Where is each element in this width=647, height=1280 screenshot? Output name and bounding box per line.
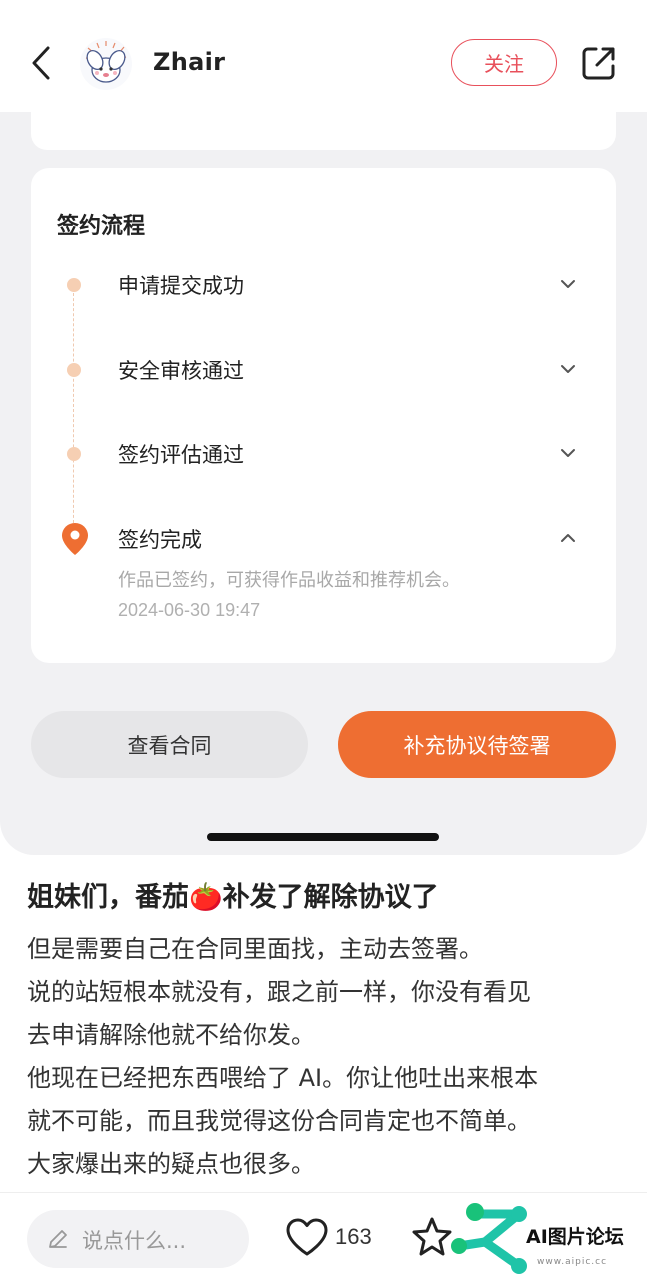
avatar-illustration <box>80 38 132 90</box>
view-contract-button[interactable]: 查看合同 <box>31 711 308 778</box>
avatar[interactable] <box>80 38 132 90</box>
timeline-step[interactable]: 签约评估通过 <box>31 435 616 475</box>
location-pin-icon <box>62 523 88 555</box>
chevron-down-icon <box>561 449 575 457</box>
like-count: 163 <box>335 1224 372 1249</box>
pencil-icon <box>49 1230 67 1248</box>
post-line: 就不可能，而且我觉得这份合同肯定也不简单。 <box>27 1107 531 1135</box>
post-body: 但是需要自己在合同里面找，主动去签署。 说的站短根本就没有，跟之前一样，你没有看… <box>27 928 627 1186</box>
home-indicator <box>207 833 439 841</box>
back-button[interactable] <box>24 42 58 84</box>
comment-placeholder: 说点什么... <box>82 1229 187 1253</box>
share-button[interactable] <box>580 44 618 82</box>
star-icon <box>412 1217 452 1256</box>
timeline-step[interactable]: 申请提交成功 <box>31 266 616 306</box>
timeline-step-current[interactable]: 签约完成 <box>31 520 616 560</box>
follow-button[interactable]: 关注 <box>451 39 557 86</box>
timeline-connector <box>73 288 74 528</box>
card-title: 签约流程 <box>57 214 146 239</box>
chevron-left-icon <box>32 46 50 80</box>
post-line: 大家爆出来的疑点也很多。 <box>27 1150 315 1178</box>
post-line: 说的站短根本就没有，跟之前一样，你没有看见 <box>27 978 531 1006</box>
post-line: 去申请解除他就不给你发。 <box>27 1021 315 1049</box>
sign-agreement-button[interactable]: 补充协议待签署 <box>338 711 616 778</box>
post-line: 他现在已经把东西喂给了 AI。你让他吐出来根本 <box>27 1064 539 1092</box>
post-line: 但是需要自己在合同里面找，主动去签署。 <box>27 935 483 963</box>
timeline-step[interactable]: 安全审核通过 <box>31 351 616 391</box>
step-description: 作品已签约，可获得作品收益和推荐机会。 <box>118 570 460 591</box>
like-button[interactable] <box>285 1217 329 1257</box>
watermark-text: AI图片论坛 <box>526 1226 624 1248</box>
chevron-down-icon <box>561 280 575 288</box>
comment-input[interactable]: 说点什么... <box>27 1210 249 1268</box>
timeline-dot <box>67 278 81 292</box>
share-external-icon <box>582 47 615 80</box>
watermark-url: www.aipic.cc <box>537 1257 608 1267</box>
step-label: 安全审核通过 <box>118 359 244 383</box>
username[interactable]: Zhair <box>153 48 225 76</box>
contract-screenshot-panel: ▔▔ ▔▔ 签约流程 申请提交成功 安全审核通过 签约评估通过 签约完成 <box>0 100 647 855</box>
chevron-down-icon <box>561 365 575 373</box>
chevron-up-icon <box>561 534 575 542</box>
favorite-button[interactable] <box>410 1215 454 1259</box>
heart-icon <box>286 1218 328 1256</box>
step-label: 签约完成 <box>118 528 202 552</box>
step-label: 申请提交成功 <box>118 274 244 298</box>
step-label: 签约评估通过 <box>118 443 244 467</box>
top-nav-bar: Zhair 关注 <box>0 0 647 112</box>
post-title: 姐妹们，番茄🍅补发了解除协议了 <box>27 882 439 913</box>
step-timestamp: 2024-06-30 19:47 <box>118 600 261 620</box>
timeline-dot <box>67 447 81 461</box>
timeline-dot <box>67 363 81 377</box>
signing-process-card: 签约流程 申请提交成功 安全审核通过 签约评估通过 签约完成 作品已签约，可获得… <box>31 168 616 663</box>
